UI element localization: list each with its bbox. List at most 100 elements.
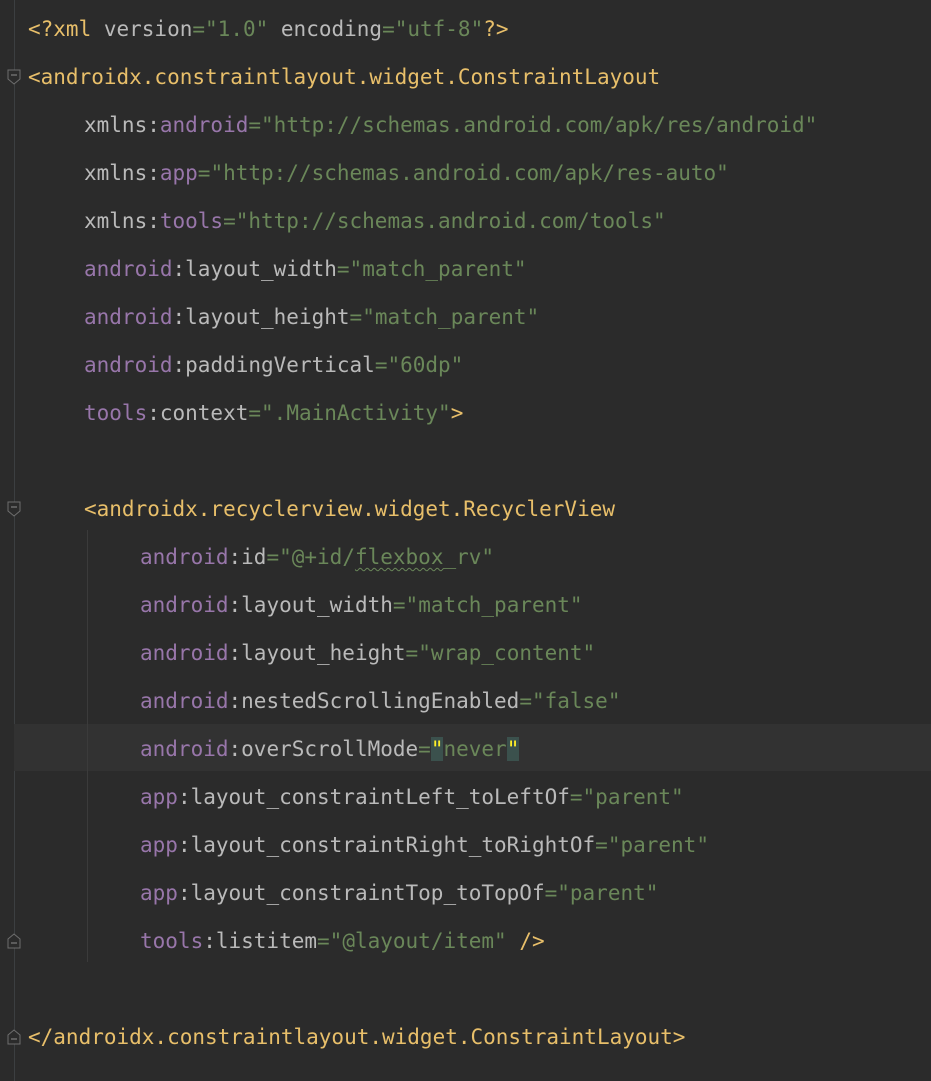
matched-quote: " <box>430 737 444 761</box>
code-line-13[interactable]: android:layout_width="match_parent" <box>140 581 583 629</box>
attribute-value: "60dp" <box>387 353 464 377</box>
namespace-prefix: android <box>140 641 229 665</box>
tag-close-bracket: > <box>672 1025 686 1049</box>
equals: = <box>519 689 532 713</box>
namespace-prefix: tools <box>84 401 148 425</box>
tag-close: </androidx.constraintlayout.widget.Const… <box>28 1025 673 1049</box>
attribute-value: "parent" <box>557 881 659 905</box>
code-line-9[interactable]: tools:context=".MainActivity"> <box>84 389 463 437</box>
attribute-value: "http://schemas.android.com/tools" <box>235 209 666 233</box>
attribute-name: :overScrollMode <box>228 737 419 761</box>
attribute-value: "http://schemas.android.com/apk/res-auto… <box>210 161 729 185</box>
attribute-value: "match_parent" <box>405 593 583 617</box>
code-line-22[interactable]: </androidx.constraintlayout.widget.Const… <box>28 1013 685 1061</box>
equals: = <box>248 401 262 425</box>
code-line-6[interactable]: android:layout_width="match_parent" <box>84 245 527 293</box>
equals: = <box>223 209 236 233</box>
namespace-prefix: app <box>159 161 198 185</box>
attribute-name: :layout_width <box>228 593 393 617</box>
code-line-11[interactable]: <androidx.recyclerview.widget.RecyclerVi… <box>84 485 615 533</box>
code-line-19[interactable]: app:layout_constraintTop_toTopOf="parent… <box>140 869 658 917</box>
code-line-15[interactable]: android:nestedScrollingEnabled="false" <box>140 677 620 725</box>
equals: = <box>266 545 280 569</box>
spellcheck-word: flexbox <box>354 545 444 569</box>
tag-self-close: /> <box>506 929 545 953</box>
attribute-name: :layout_width <box>172 257 337 281</box>
xml-declaration-close: ?> <box>483 17 509 41</box>
code-line-12[interactable]: android:id="@+id/flexbox_rv" <box>140 533 494 581</box>
attribute-name: :id <box>228 545 267 569</box>
namespace-prefix: android <box>140 545 229 569</box>
namespace-prefix: android <box>140 689 229 713</box>
attribute-value: _rv" <box>443 545 495 569</box>
fold-icon[interactable] <box>7 933 21 949</box>
namespace-prefix: android <box>140 737 229 761</box>
namespace-prefix: android <box>159 113 249 137</box>
attribute-name: :layout_constraintTop_toTopOf <box>177 881 545 905</box>
code-line-17[interactable]: app:layout_constraintLeft_toLeftOf="pare… <box>140 773 684 821</box>
equals: = <box>317 929 330 953</box>
code-line-14[interactable]: android:layout_height="wrap_content" <box>140 629 595 677</box>
attribute-name: :context <box>147 401 249 425</box>
equals: = <box>405 641 419 665</box>
indent-guide <box>87 530 88 962</box>
code-line-3[interactable]: xmlns:android="http://schemas.android.co… <box>84 101 817 149</box>
equals: = <box>197 161 211 185</box>
attribute-name: xmlns: <box>84 209 160 233</box>
equals: = <box>336 257 350 281</box>
attribute-value: "match_parent" <box>362 305 540 329</box>
attribute-name: :layout_constraintLeft_toLeftOf <box>177 785 570 809</box>
equals: = <box>382 17 395 41</box>
namespace-prefix: app <box>140 833 178 857</box>
matched-quote: " <box>506 737 520 761</box>
code-line-20[interactable]: tools:listitem="@layout/item" /> <box>140 917 545 965</box>
attribute-value: "parent" <box>607 833 709 857</box>
namespace-prefix: tools <box>159 209 224 233</box>
attribute-value: ".MainActivity" <box>261 401 451 425</box>
attribute-value: "match_parent" <box>349 257 527 281</box>
fold-icon[interactable] <box>7 1029 21 1045</box>
code-line-5[interactable]: xmlns:tools="http://schemas.android.com/… <box>84 197 666 245</box>
attribute-name: :nestedScrollingEnabled <box>228 689 520 713</box>
attribute-value: "http://schemas.android.com/apk/res/andr… <box>261 113 818 137</box>
code-line-16[interactable]: android:overScrollMode="never" <box>140 725 520 773</box>
attribute-value: "utf-8" <box>394 17 484 41</box>
code-line-18[interactable]: app:layout_constraintRight_toRightOf="pa… <box>140 821 709 869</box>
attribute-name: :layout_height <box>228 641 406 665</box>
tag-open: <androidx.recyclerview.widget.RecyclerVi… <box>84 497 616 521</box>
namespace-prefix: tools <box>140 929 204 953</box>
attribute-value: "@+id/ <box>279 545 355 569</box>
code-line-2[interactable]: <androidx.constraintlayout.widget.Constr… <box>28 53 660 101</box>
gutter-divider <box>14 0 15 1081</box>
code-editor[interactable]: <?xml version="1.0" encoding="utf-8"?> <… <box>0 0 931 1081</box>
tag-open: <androidx.constraintlayout.widget.Constr… <box>28 65 661 89</box>
namespace-prefix: android <box>84 257 173 281</box>
fold-icon[interactable] <box>7 69 21 85</box>
attribute-value: "false" <box>531 689 621 713</box>
attribute-name: xmlns: <box>84 161 160 185</box>
equals: = <box>595 833 608 857</box>
attribute-name: :layout_height <box>172 305 350 329</box>
code-line-8[interactable]: android:paddingVertical="60dp" <box>84 341 463 389</box>
attribute-name: version <box>103 17 193 41</box>
namespace-prefix: android <box>84 305 173 329</box>
equals: = <box>349 305 363 329</box>
code-line-4[interactable]: xmlns:app="http://schemas.android.com/ap… <box>84 149 729 197</box>
equals: = <box>374 353 388 377</box>
fold-icon[interactable] <box>7 501 21 517</box>
attribute-name: :listitem <box>203 929 318 953</box>
code-line-1[interactable]: <?xml version="1.0" encoding="utf-8"?> <box>28 5 509 53</box>
editor-gutter <box>0 0 26 1081</box>
equals: = <box>248 113 262 137</box>
namespace-prefix: app <box>140 881 178 905</box>
attribute-name: :paddingVertical <box>172 353 375 377</box>
code-line-7[interactable]: android:layout_height="match_parent" <box>84 293 539 341</box>
equals: = <box>392 593 406 617</box>
attribute-value: "parent" <box>582 785 684 809</box>
xml-declaration-open: <?xml <box>28 17 104 41</box>
equals: = <box>192 17 206 41</box>
tag-close: > <box>450 401 464 425</box>
equals: = <box>544 881 558 905</box>
attribute-value: "@layout/item" <box>329 929 507 953</box>
